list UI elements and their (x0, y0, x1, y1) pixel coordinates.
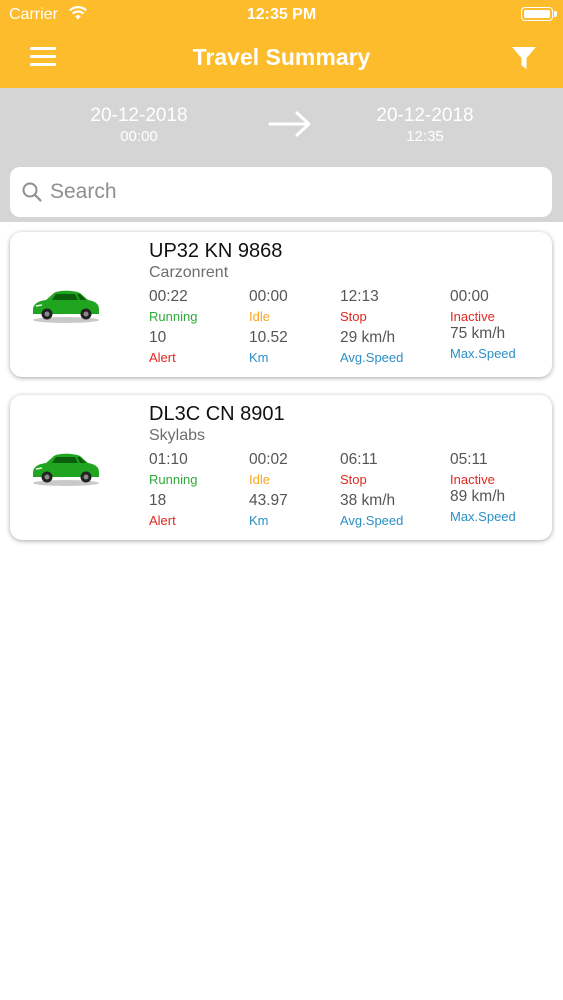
inactive-label: Inactive (450, 472, 495, 487)
search-box[interactable] (10, 167, 552, 217)
stop-value: 12:13 (340, 288, 379, 305)
max-speed-label: Max.Speed (450, 346, 516, 361)
inactive-value: 05:11 (450, 451, 488, 468)
status-time: 12:35 PM (246, 6, 317, 23)
avg-speed-stat: 29 km/h Avg.Speed (340, 329, 403, 365)
vehicle-plate: UP32 KN 9868 (149, 240, 283, 262)
stop-value: 06:11 (340, 451, 378, 468)
vehicle-company: Skylabs (149, 427, 206, 444)
to-time: 12:35 (406, 128, 444, 145)
alert-label: Alert (149, 513, 176, 528)
vehicle-card[interactable]: UP32 KN 9868 Carzonrent 00:22 Running 00… (10, 232, 552, 377)
alert-value: 10 (149, 329, 167, 346)
search-input[interactable] (50, 175, 540, 209)
running-value: 01:10 (149, 451, 188, 468)
page-title: Travel Summary (192, 44, 371, 70)
to-date: 20-12-2018 (376, 105, 474, 126)
arrow-right-icon (268, 111, 311, 137)
search-icon (22, 182, 42, 202)
alert-stat: 10 Alert (149, 329, 176, 365)
inactive-value: 00:00 (450, 288, 489, 305)
date-from[interactable]: 20-12-2018 00:00 (54, 105, 224, 145)
km-label: Km (249, 350, 269, 365)
running-label: Running (149, 472, 198, 487)
km-stat: 10.52 Km (249, 329, 288, 365)
avg-speed-label: Avg.Speed (340, 513, 404, 528)
stop-stat: 06:11 Stop (340, 451, 378, 487)
max-speed-value: 75 km/h (450, 325, 506, 342)
alert-stat: 18 Alert (149, 492, 176, 528)
max-speed-label: Max.Speed (450, 509, 516, 524)
km-value: 10.52 (249, 329, 288, 346)
inactive-stat: 00:00 Inactive (450, 288, 495, 324)
avg-speed-label: Avg.Speed (340, 350, 404, 365)
idle-value: 00:00 (249, 288, 288, 305)
filter-funnel-icon[interactable] (510, 44, 538, 72)
vehicle-company: Carzonrent (149, 264, 229, 281)
idle-label: Idle (249, 472, 270, 487)
stop-label: Stop (340, 472, 367, 487)
avg-speed-stat: 38 km/h Avg.Speed (340, 492, 403, 528)
navigation-bar: Travel Summary (0, 30, 563, 88)
km-label: Km (249, 513, 269, 528)
stop-label: Stop (340, 309, 367, 324)
idle-stat: 00:00 Idle (249, 288, 288, 324)
stop-stat: 12:13 Stop (340, 288, 379, 324)
idle-stat: 00:02 Idle (249, 451, 288, 487)
running-stat: 00:22 Running (149, 288, 197, 324)
vehicle-card[interactable]: DL3C CN 8901 Skylabs 01:10 Running 00:02… (10, 395, 552, 540)
from-date: 20-12-2018 (90, 105, 188, 126)
avg-speed-value: 38 km/h (340, 492, 396, 509)
car-icon (33, 290, 99, 323)
running-stat: 01:10 Running (149, 451, 197, 487)
alert-label: Alert (149, 350, 176, 365)
car-icon (33, 453, 99, 486)
max-speed-stat: 75 km/h Max.Speed (450, 325, 516, 361)
search-area (0, 162, 563, 222)
vehicle-plate: DL3C CN 8901 (149, 403, 285, 425)
battery-icon (521, 7, 557, 21)
max-speed-stat: 89 km/h Max.Speed (450, 488, 516, 524)
km-value: 43.97 (249, 492, 288, 509)
from-time: 00:00 (120, 128, 158, 145)
running-label: Running (149, 309, 198, 324)
inactive-label: Inactive (450, 309, 495, 324)
max-speed-value: 89 km/h (450, 488, 506, 505)
idle-value: 00:02 (249, 451, 288, 468)
date-to[interactable]: 20-12-2018 12:35 (340, 105, 510, 145)
date-range-bar: 20-12-2018 00:00 20-12-2018 12:35 (0, 88, 563, 162)
idle-label: Idle (249, 309, 270, 324)
status-bar: Carrier 12:35 PM (0, 0, 563, 30)
km-stat: 43.97 Km (249, 492, 288, 528)
running-value: 00:22 (149, 288, 188, 305)
alert-value: 18 (149, 492, 167, 509)
inactive-stat: 05:11 Inactive (450, 451, 495, 487)
avg-speed-value: 29 km/h (340, 329, 396, 346)
